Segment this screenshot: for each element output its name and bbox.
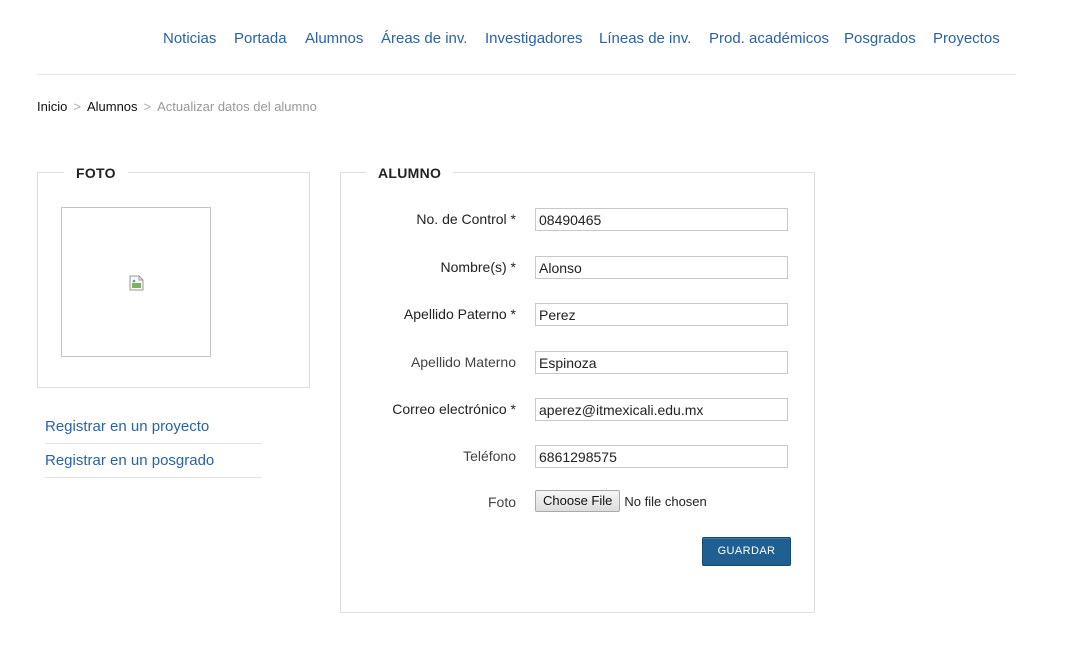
student-form-title: ALUMNO <box>366 164 454 182</box>
register-project-link[interactable]: Registrar en un proyecto <box>45 410 262 444</box>
paternal-surname-label: Apellido Paterno * <box>403 306 516 322</box>
maternal-surname-input[interactable] <box>535 351 788 374</box>
breadcrumb: Inicio > Alumnos > Actualizar datos del alum… <box>37 98 317 115</box>
form-row-control-number: No. de Control * <box>341 207 816 231</box>
choose-file-button[interactable]: Choose File <box>535 490 621 512</box>
control-number-label: No. de Control * <box>416 211 516 227</box>
paternal-surname-input[interactable] <box>535 303 788 326</box>
first-name-input[interactable] <box>535 256 788 279</box>
email-label: Correo electrónico * <box>392 401 516 417</box>
student-form-panel: ALUMNO No. de Control * Nombre(s) * Apel… <box>340 164 816 613</box>
form-row-maternal-surname: Apellido Materno <box>341 350 816 374</box>
form-row-first-name: Nombre(s) * <box>341 255 816 279</box>
nav-divider <box>37 74 1016 75</box>
form-row-email: Correo electrónico * <box>341 397 816 421</box>
breadcrumb-alumnos[interactable]: Alumnos <box>87 99 138 114</box>
control-number-input[interactable] <box>535 208 788 231</box>
register-postgraduate-link[interactable]: Registrar en un posgrado <box>45 444 262 478</box>
photo-upload-label: Foto <box>487 494 516 510</box>
nav-item-portada[interactable]: Portada <box>234 29 287 49</box>
phone-label: Teléfono <box>463 448 516 464</box>
nav-item-alumnos[interactable]: Alumnos <box>305 29 363 49</box>
email-input[interactable] <box>535 398 788 421</box>
photo-panel: FOTO <box>37 164 310 388</box>
nav-item-posgrados[interactable]: Posgrados <box>844 29 916 49</box>
form-row-photo: Foto Choose File No file chosen <box>341 490 816 514</box>
nav-item-proyectos[interactable]: Proyectos <box>933 29 1000 49</box>
side-links: Registrar en un proyecto Registrar en un… <box>45 410 262 478</box>
form-row-phone: Teléfono <box>341 444 816 468</box>
breadcrumb-current: Actualizar datos del alumno <box>157 99 317 114</box>
nav-item-areas-de-inv[interactable]: Áreas de inv. <box>381 29 467 49</box>
breadcrumb-separator: > <box>73 99 81 114</box>
file-status-text: No file chosen <box>624 493 707 509</box>
nav-item-investigadores[interactable]: Investigadores <box>485 29 583 49</box>
breadcrumb-separator: > <box>143 99 152 114</box>
maternal-surname-label: Apellido Materno <box>410 354 516 370</box>
broken-image-icon <box>129 275 144 291</box>
top-navigation: Noticias Portada Alumnos Áreas de inv. I… <box>0 29 1073 51</box>
photo-file-input: Choose File No file chosen <box>535 490 707 514</box>
nav-item-lineas-de-inv[interactable]: Líneas de inv. <box>599 29 691 49</box>
photo-panel-title: FOTO <box>64 164 128 182</box>
nav-item-noticias[interactable]: Noticias <box>163 29 216 49</box>
form-row-paternal-surname: Apellido Paterno * <box>341 302 816 326</box>
student-photo <box>61 207 211 357</box>
first-name-label: Nombre(s) * <box>440 259 516 275</box>
breadcrumb-inicio[interactable]: Inicio <box>37 99 67 114</box>
nav-item-prod-academicos[interactable]: Prod. académicos <box>709 29 829 49</box>
phone-input[interactable] <box>535 445 788 468</box>
save-button[interactable]: GUARDAR <box>702 537 791 566</box>
